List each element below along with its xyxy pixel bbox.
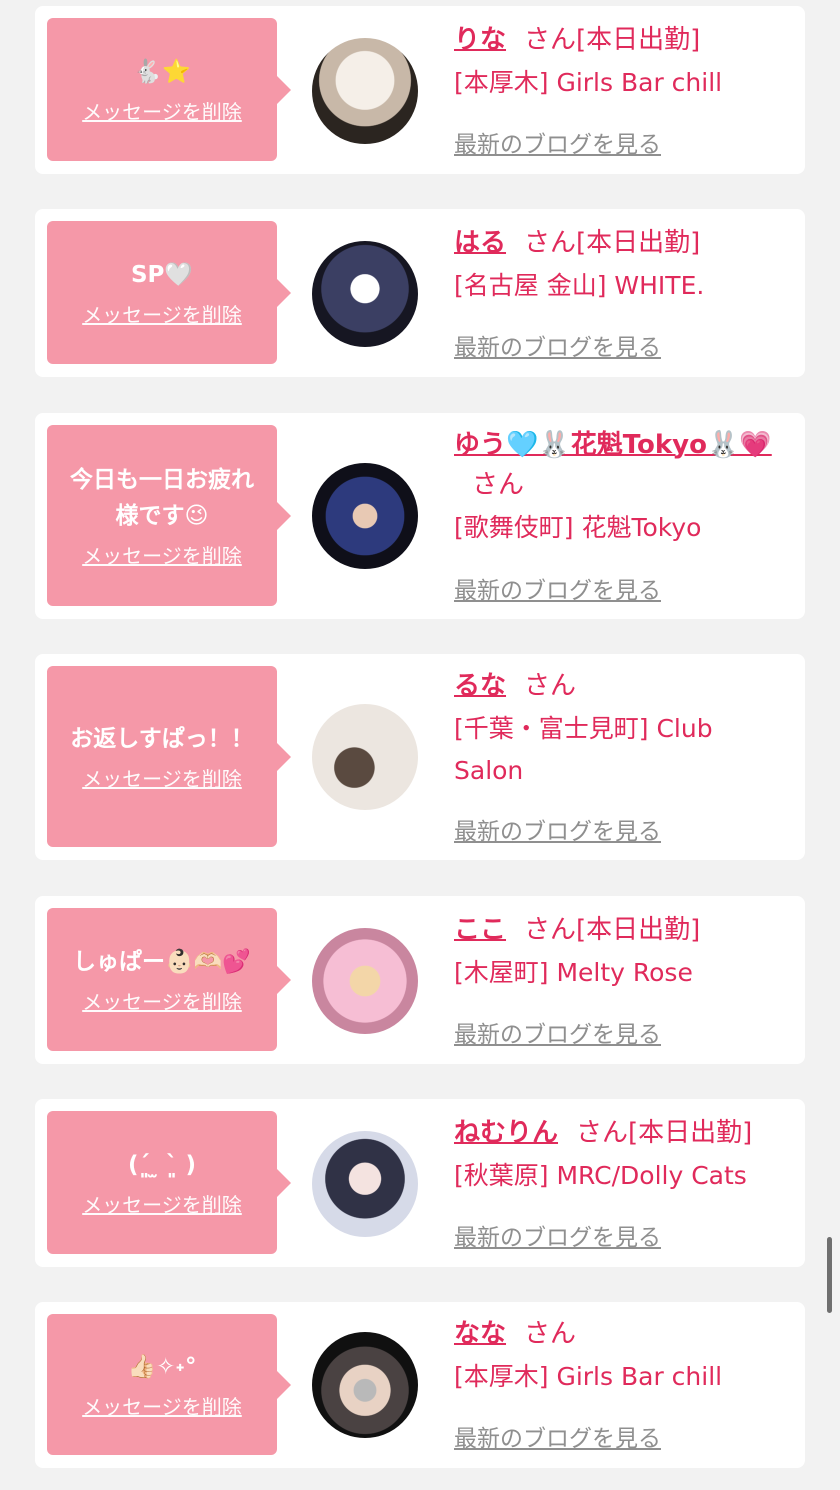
avatar[interactable]: [312, 38, 418, 144]
delete-message-link[interactable]: メッセージを削除: [82, 1189, 242, 1218]
avatar[interactable]: [312, 241, 418, 347]
message-card: お返しすぱっ！！ メッセージを削除 るな さん [千葉・富士見町] Club Sa…: [35, 654, 805, 860]
delete-message-link[interactable]: メッセージを削除: [82, 986, 242, 1015]
shop-name: [本厚木] Girls Bar chill: [454, 68, 723, 97]
delete-message-link[interactable]: メッセージを削除: [82, 96, 242, 125]
blog-link[interactable]: 最新のブログを見る: [454, 1419, 661, 1453]
message-bubble: 🐇⭐ メッセージを削除: [47, 18, 291, 161]
message-bubble: 👍🏻✧˖° メッセージを削除: [47, 1314, 291, 1455]
work-status: [本日出勤]: [628, 1118, 753, 1148]
san-label: さん: [472, 470, 525, 500]
message-text: 👍🏻✧˖°: [127, 1354, 197, 1380]
message-card: しゅぱー👶🏻🫶🏻💕 メッセージを削除 ここ さん[本日出勤] [木屋町] Melt…: [35, 896, 805, 1064]
profile-info: りな さん[本日出勤] [本厚木] Girls Bar chill: [454, 20, 789, 104]
message-text: 今日も一日お疲れ様です😉: [70, 467, 254, 529]
name-link[interactable]: るな: [454, 671, 506, 701]
work-status: [本日出勤]: [576, 228, 701, 258]
message-text: お返しすぱっ！！: [70, 726, 254, 752]
shop-name: [本厚木] Girls Bar chill: [454, 1362, 723, 1391]
message-bubble: 今日も一日お疲れ様です😉 メッセージを削除: [47, 425, 291, 606]
profile-info: ねむりん さん[本日出勤] [秋葉原] MRC/Dolly Cats: [454, 1113, 789, 1197]
avatar[interactable]: [312, 1332, 418, 1438]
blog-link[interactable]: 最新のブログを見る: [454, 125, 661, 159]
blog-link[interactable]: 最新のブログを見る: [454, 1015, 661, 1049]
delete-message-link[interactable]: メッセージを削除: [82, 540, 242, 569]
message-bubble: (ˊ͈ ̫ ˋ͈ ) メッセージを削除: [47, 1111, 291, 1254]
name-link[interactable]: りな: [454, 25, 506, 55]
avatar[interactable]: [312, 928, 418, 1034]
delete-message-link[interactable]: メッセージを削除: [82, 1391, 242, 1420]
san-label: さん: [524, 25, 577, 55]
shop-name: [秋葉原] MRC/Dolly Cats: [454, 1161, 747, 1190]
name-link[interactable]: なな: [454, 1319, 506, 1349]
message-text: (ˊ͈ ̫ ˋ͈ ): [127, 1152, 197, 1178]
delete-message-link[interactable]: メッセージを削除: [82, 763, 242, 792]
work-status: [本日出勤]: [576, 915, 701, 945]
name-link[interactable]: ゆう🩵🐰花魁Tokyo🐰💗: [454, 430, 772, 460]
avatar[interactable]: [312, 463, 418, 569]
profile-info: ゆう🩵🐰花魁Tokyo🐰💗 さん [歌舞伎町] 花魁Tokyo: [454, 425, 789, 549]
blog-link[interactable]: 最新のブログを見る: [454, 812, 661, 846]
san-label: さん: [524, 671, 577, 701]
profile-info: ここ さん[本日出勤] [木屋町] Melty Rose: [454, 910, 789, 994]
scrollbar[interactable]: [827, 1237, 832, 1313]
name-link[interactable]: ねむりん: [454, 1118, 558, 1148]
profile-info: はる さん[本日出勤] [名古屋 金山] WHITE.: [454, 223, 789, 307]
blog-link[interactable]: 最新のブログを見る: [454, 328, 661, 362]
shop-name: [木屋町] Melty Rose: [454, 958, 693, 987]
message-bubble: お返しすぱっ！！ メッセージを削除: [47, 666, 291, 847]
name-link[interactable]: はる: [454, 228, 506, 258]
message-bubble: SP🤍 メッセージを削除: [47, 221, 291, 364]
san-label: さん: [524, 1319, 577, 1349]
work-status: [本日出勤]: [576, 25, 701, 55]
shop-name: [名古屋 金山] WHITE.: [454, 271, 705, 300]
message-text: 🐇⭐: [133, 59, 191, 85]
shop-name: [歌舞伎町] 花魁Tokyo: [454, 513, 702, 542]
san-label: さん: [524, 915, 577, 945]
message-bubble: しゅぱー👶🏻🫶🏻💕 メッセージを削除: [47, 908, 291, 1051]
profile-info: なな さん [本厚木] Girls Bar chill: [454, 1314, 789, 1398]
avatar[interactable]: [312, 704, 418, 810]
profile-info: るな さん [千葉・富士見町] Club Salon: [454, 666, 789, 792]
avatar[interactable]: [312, 1131, 418, 1237]
name-link[interactable]: ここ: [454, 915, 506, 945]
message-text: しゅぱー👶🏻🫶🏻💕: [73, 949, 251, 975]
message-card: (ˊ͈ ̫ ˋ͈ ) メッセージを削除 ねむりん さん[本日出勤] [秋葉原] M…: [35, 1099, 805, 1267]
message-text: SP🤍: [130, 262, 194, 288]
delete-message-link[interactable]: メッセージを削除: [82, 299, 242, 328]
message-card: SP🤍 メッセージを削除 はる さん[本日出勤] [名古屋 金山] WHITE. …: [35, 209, 805, 377]
message-card: 今日も一日お疲れ様です😉 メッセージを削除 ゆう🩵🐰花魁Tokyo🐰💗 さん [歌…: [35, 413, 805, 619]
san-label: さん: [576, 1118, 629, 1148]
shop-name: [千葉・富士見町] Club Salon: [454, 714, 713, 785]
message-card: 👍🏻✧˖° メッセージを削除 なな さん [本厚木] Girls Bar chil…: [35, 1302, 805, 1468]
san-label: さん: [524, 228, 577, 258]
message-card: 🐇⭐ メッセージを削除 りな さん[本日出勤] [本厚木] Girls Bar c…: [35, 6, 805, 174]
blog-link[interactable]: 最新のブログを見る: [454, 1218, 661, 1252]
blog-link[interactable]: 最新のブログを見る: [454, 571, 661, 605]
